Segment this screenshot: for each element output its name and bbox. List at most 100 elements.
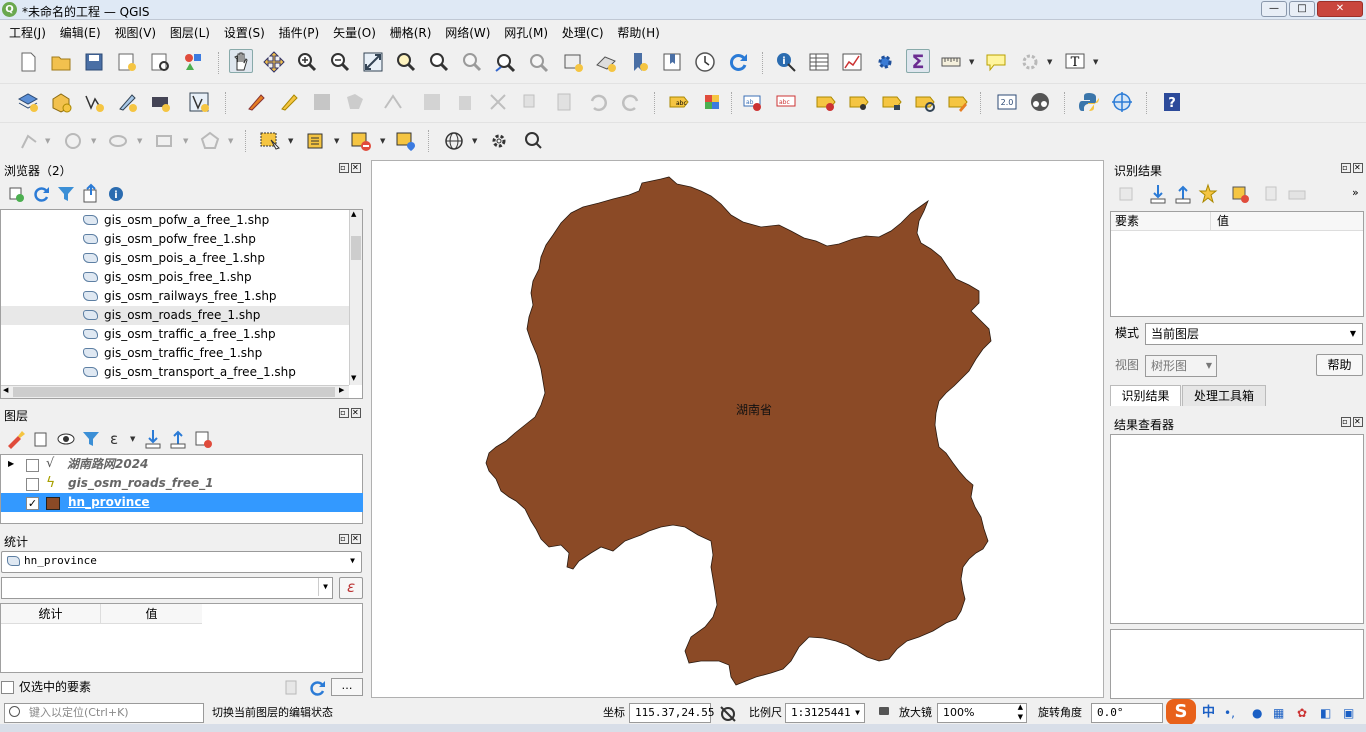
new-3d-view-icon[interactable] [594,50,618,74]
measure-dropdown-icon[interactable]: ▼ [969,50,975,74]
ime-punct-icon[interactable]: •, [1224,703,1235,723]
new-temporary-layer-icon[interactable] [187,90,211,114]
open-layer-styling-icon[interactable] [4,427,28,451]
save-layer-edits-icon[interactable] [310,90,334,114]
layout-manager-icon[interactable] [148,50,172,74]
show-statistical-summary-sigma-icon[interactable]: Σ [906,49,930,73]
measure-line-icon[interactable] [939,50,963,74]
layer-name[interactable]: 湖南路网2024 [67,455,148,474]
open-attribute-table-icon[interactable] [807,50,831,74]
table-header-value[interactable]: 值 [101,604,202,624]
add-line-feature-icon[interactable] [18,129,42,153]
menu-raster[interactable]: 栅格(R) [385,21,437,41]
text-annotation-icon[interactable]: T [1063,50,1087,74]
help-button[interactable]: 帮助 [1316,354,1363,376]
vertex-tool-icon[interactable] [381,90,405,114]
list-item-selected[interactable]: gis_osm_roads_free_1.shp [1,306,349,325]
menu-help[interactable]: 帮助(H) [612,21,664,41]
add-feature-icon[interactable] [343,90,367,114]
web-globe-icon[interactable] [442,129,466,153]
mode-select[interactable]: 当前图层 ▼ [1145,323,1363,345]
new-print-layout-icon[interactable] [115,50,139,74]
add-ellipse-icon[interactable] [106,129,130,153]
new-spatialite-layer-icon[interactable] [115,90,139,114]
new-virtual-layer-icon[interactable] [148,90,172,114]
ime-voice-icon[interactable]: ● [1252,703,1262,723]
diagram-options-icon[interactable] [700,90,724,114]
highlight-feature-icon[interactable] [1196,182,1220,206]
scroll-right-icon[interactable]: ▶ [339,386,344,394]
add-selected-layers-icon[interactable] [4,182,28,206]
coordinate-field[interactable]: 115.37,24.55 [629,703,714,723]
identify-features-icon[interactable]: i [774,50,798,74]
pan-to-selection-icon[interactable] [262,50,286,74]
annotation-gear-icon[interactable] [1018,50,1042,74]
tab-identify-results[interactable]: 识别结果 [1110,385,1181,406]
horizontal-scrollbar[interactable]: ◀ ▶ [1,385,349,398]
annotation-dropdown-icon[interactable]: ▼ [1047,50,1053,74]
scroll-left-icon[interactable]: ◀ [3,386,8,394]
filter-by-expression-epsilon-icon[interactable]: ε [104,427,128,451]
quickmapservices-icon[interactable] [1028,90,1052,114]
layer-visibility-checkbox[interactable] [26,459,39,472]
pan-map-icon[interactable] [229,49,253,73]
new-project-icon[interactable] [16,50,40,74]
scrollbar-thumb[interactable] [351,236,361,260]
menu-settings[interactable]: 设置(S) [219,21,270,41]
ime-game-icon[interactable]: ◧ [1320,703,1331,723]
toggle-extents-icon[interactable] [716,702,740,726]
remove-layer-icon[interactable] [191,427,215,451]
list-item[interactable]: gis_osm_traffic_a_free_1.shp [83,325,276,344]
vertical-scrollbar[interactable]: ▲ ▼ [349,210,362,385]
settings-gear-icon[interactable] [487,129,511,153]
map-tips-icon[interactable] [984,50,1008,74]
zoom-to-selection-icon[interactable] [394,50,418,74]
maximize-button[interactable]: □ [1289,1,1315,17]
delete-selected-icon[interactable] [453,90,477,114]
list-item[interactable]: gis_osm_pois_a_free_1.shp [83,249,265,268]
add-regular-polygon-icon[interactable] [198,129,222,153]
scroll-up-icon[interactable]: ▲ [351,210,356,218]
ime-toolbox-icon[interactable]: ▣ [1343,703,1354,723]
only-selected-checkbox[interactable] [1,681,14,694]
scale-field[interactable]: 1:3125441 ▼ [785,703,865,723]
browser-panel-buttons[interactable]: ▫ ✕ [337,163,361,173]
style-manager-icon[interactable] [181,50,205,74]
map-canvas[interactable]: 湖南省 [371,160,1104,698]
list-item[interactable]: gis_osm_transport_a_free_1.shp [83,363,296,382]
deselect-features-icon[interactable] [349,129,373,153]
ime-language[interactable]: 中 [1202,703,1215,723]
filter-dropdown-icon[interactable]: ▼ [130,427,136,451]
expression-epsilon-button[interactable]: ε [339,577,363,599]
table-header-stat[interactable]: 统计 [1,604,101,624]
layer-name[interactable]: hn_province [68,493,150,512]
expand-new-icon[interactable] [1171,182,1195,206]
results-viewer-buttons[interactable]: ▫ ✕ [1339,417,1363,427]
ime-skin-icon[interactable]: ✿ [1297,703,1307,723]
locator-search-input[interactable]: 键入以定位(Ctrl+K) [4,703,204,723]
save-project-icon[interactable] [82,50,106,74]
more-chevron-icon[interactable]: » [1352,186,1359,199]
zoom-to-layer-icon[interactable] [427,50,451,74]
python-console-icon[interactable] [1077,90,1101,114]
expand-tree-icon[interactable] [1114,182,1138,206]
lock-scale-icon[interactable] [879,707,889,715]
zoom-native-icon[interactable] [460,50,484,74]
move-label-icon[interactable] [814,90,838,114]
add-rectangle-icon[interactable] [152,129,176,153]
print-icon[interactable] [1285,182,1309,206]
statistical-summary-icon[interactable] [840,50,864,74]
list-item[interactable]: gis_osm_pofw_a_free_1.shp [83,211,269,230]
field-selector[interactable]: ▼ [1,577,333,599]
open-project-icon[interactable] [49,50,73,74]
list-item[interactable]: gis_osm_pofw_free_1.shp [83,230,256,249]
view-select[interactable]: 树形图 ▼ [1145,355,1217,377]
select-by-location-icon[interactable] [394,129,418,153]
text-annotation-dropdown-icon[interactable]: ▼ [1093,50,1099,74]
scroll-down-icon[interactable]: ▼ [351,374,356,382]
change-label-icon[interactable] [946,90,970,114]
collapse-tree-icon[interactable] [1146,182,1170,206]
layer-visibility-checkbox-checked[interactable]: ✓ [26,497,39,510]
menu-edit[interactable]: 编辑(E) [55,21,106,41]
table-header-feature[interactable]: 要素 [1111,212,1211,231]
